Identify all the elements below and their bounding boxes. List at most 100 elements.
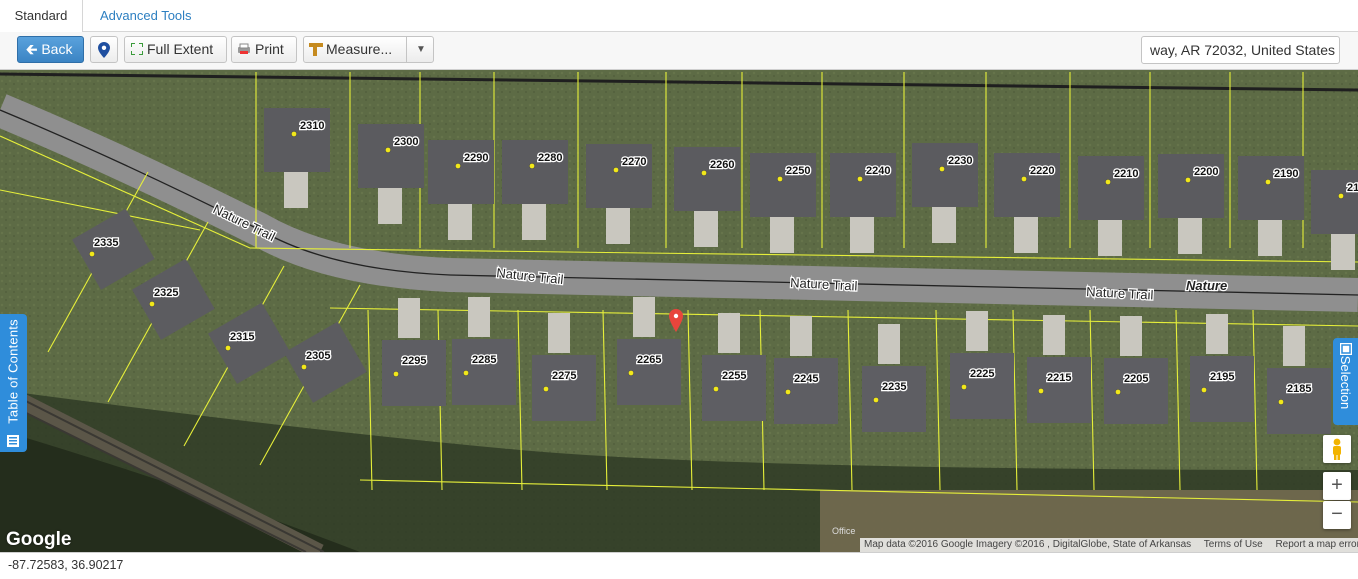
driveway [694,211,718,247]
driveway [606,208,630,244]
list-icon [7,435,19,447]
parcel-address-label: 2180 [1347,182,1358,194]
parcel-point[interactable] [149,301,155,307]
driveway [1043,315,1065,355]
expand-icon [130,42,144,56]
parcel-point[interactable] [785,389,791,395]
parcel-point[interactable] [385,147,391,153]
poi-label: Office [832,526,855,536]
parcel-point[interactable] [713,386,719,392]
coordinate-readout: -87.72583, 36.90217 [0,552,1358,579]
map-view[interactable]: Nature Trail Nature Trail Nature Trail Natu… [0,70,1358,552]
driveway [448,204,472,240]
parcel-address-label: 2225 [970,368,994,380]
ruler-icon [309,43,323,56]
house-roof [1104,358,1168,424]
parcel-point[interactable] [613,167,619,173]
parcel-point[interactable] [701,170,707,176]
parcel-point[interactable] [1338,193,1344,199]
toc-label: Table of Contents [5,319,21,424]
parcel-point[interactable] [857,176,863,182]
parcel-address-label: 2250 [786,165,810,177]
report-map-error-link[interactable]: Report a map error [1275,539,1358,550]
parcel-point[interactable] [463,370,469,376]
parcel-address-label: 2300 [394,136,418,148]
tab-advanced-tools[interactable]: Advanced Tools [100,0,192,31]
driveway [1258,220,1282,256]
parcel-point[interactable] [777,176,783,182]
back-arrow-icon: 🡰 [26,41,38,57]
full-extent-button[interactable]: Full Extent [124,36,227,63]
house-roof [382,340,446,406]
driveway [718,313,740,353]
house-roof [358,124,424,188]
table-of-contents-tab[interactable]: Table of Contents [0,314,27,452]
parcel-point[interactable] [1115,389,1121,395]
house-roof [702,355,766,421]
driveway [522,204,546,240]
parcel-address-label: 2185 [1287,383,1311,395]
parcel-point[interactable] [291,131,297,137]
parcel-point[interactable] [1265,179,1271,185]
parcel-address-label: 2220 [1030,165,1054,177]
selection-tab[interactable]: Selection [1333,338,1358,425]
parcel-address-label: 2315 [230,331,254,343]
zoom-out-button[interactable]: − [1323,501,1351,529]
address-search-input[interactable]: way, AR 72032, United States [1141,36,1340,64]
house-roof [617,339,681,405]
parcel-point[interactable] [628,370,634,376]
parcel-point[interactable] [873,397,879,403]
driveway [468,297,490,337]
attribution-text: Map data ©2016 Google Imagery ©2016 , Di… [864,539,1192,550]
print-label: Print [255,41,284,57]
parcel-point[interactable] [939,166,945,172]
house-roof [994,153,1060,217]
parcel-address-label: 2195 [1210,371,1234,383]
tab-standard[interactable]: Standard [0,0,83,32]
parcel-point[interactable] [529,163,535,169]
street-view-pegman-icon[interactable] [1323,435,1351,463]
parcel-point[interactable] [1278,399,1284,405]
house-roof [1267,368,1331,434]
house-roof [830,153,896,217]
parcel-address-label: 2335 [94,237,118,249]
parcel-point[interactable] [961,384,967,390]
parcel-address-label: 2285 [472,354,496,366]
driveway [633,297,655,337]
chevron-down-icon[interactable]: ▼ [416,37,426,62]
location-pin-button[interactable] [90,36,118,63]
parcel-point[interactable] [1021,176,1027,182]
back-button[interactable]: 🡰 Back [17,36,84,63]
street-label: Nature [1186,278,1227,293]
house-roof [674,147,740,211]
parcel-point[interactable] [1201,387,1207,393]
house-roof [950,353,1014,419]
parcel-point[interactable] [89,251,95,257]
parcel-address-label: 2230 [948,155,972,167]
parcel-point[interactable] [543,386,549,392]
parcel-point[interactable] [393,371,399,377]
parcel-address-label: 2265 [637,354,661,366]
parcel-point[interactable] [455,163,461,169]
parcel-point[interactable] [225,345,231,351]
driveway [1206,314,1228,354]
parcel-point[interactable] [1105,179,1111,185]
measure-divider [406,37,407,62]
map-pin-icon [98,42,110,58]
house-roof [912,143,978,207]
google-logo: Google [6,529,72,550]
parcel-point[interactable] [1038,388,1044,394]
print-button[interactable]: Print [231,36,297,63]
parcel-point[interactable] [1185,177,1191,183]
house-roof [750,153,816,217]
parcel-point[interactable] [301,364,307,370]
driveway [1178,218,1202,254]
zoom-in-button[interactable]: + [1323,472,1351,500]
parcel-address-label: 2290 [464,152,488,164]
aerial-imagery: Nature TrailNature Trail Nature Trail Natu… [0,70,1358,552]
house-roof [428,140,494,204]
parcel-address-label: 2270 [622,156,646,168]
tab-bar: Standard Advanced Tools [0,0,1358,32]
terms-of-use-link[interactable]: Terms of Use [1204,539,1263,550]
measure-button[interactable]: Measure... ▼ [303,36,434,63]
